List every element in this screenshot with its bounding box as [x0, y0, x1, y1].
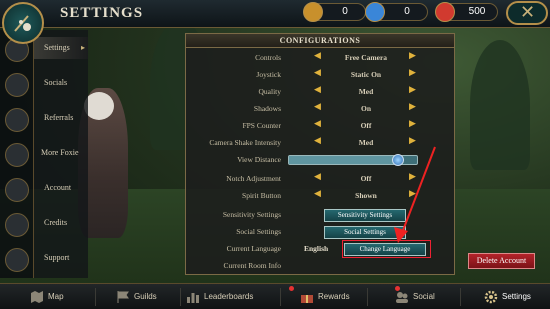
setting-row-shadows: Shadows ◀ On ▶ — [253, 102, 416, 113]
paw-leaf-icon — [14, 15, 31, 32]
arrow-left-icon[interactable]: ◀ — [314, 136, 321, 146]
nav-map[interactable]: Map — [30, 284, 90, 309]
leaderboard-icon — [187, 293, 199, 303]
close-button[interactable]: ✕ — [506, 1, 548, 25]
guild-flag-icon — [117, 291, 129, 303]
arrow-right-icon[interactable]: ▶ — [409, 119, 416, 129]
referrals-menu-icon[interactable] — [5, 108, 29, 132]
nav-rewards[interactable]: Rewards — [300, 284, 360, 309]
chevron-right-icon: ▸ — [80, 43, 85, 52]
logo-button[interactable] — [2, 2, 44, 44]
menu-item-more-foxie[interactable]: More Foxie — [34, 142, 88, 164]
arrow-left-icon[interactable]: ◀ — [314, 172, 321, 182]
nav-divider — [95, 288, 96, 306]
menu-icon-column — [0, 30, 34, 278]
menu-item-referrals[interactable]: Referrals — [34, 107, 88, 129]
nav-settings[interactable]: Settings — [484, 284, 544, 309]
resource-counter: 500 — [435, 2, 498, 22]
fox-character-head — [84, 92, 114, 120]
page-title: SETTINGS — [60, 5, 144, 21]
menu-item-credits[interactable]: Credits — [34, 212, 88, 234]
menu-item-socials[interactable]: Socials — [34, 72, 88, 94]
arrow-left-icon[interactable]: ◀ — [314, 51, 321, 61]
gear-icon — [484, 290, 498, 304]
delete-account-button[interactable]: Delete Account — [468, 253, 535, 269]
arrow-left-icon[interactable]: ◀ — [314, 68, 321, 78]
menu-item-support[interactable]: Support — [34, 247, 88, 269]
socials-menu-icon[interactable] — [5, 73, 29, 97]
nav-guilds[interactable]: Guilds — [116, 284, 176, 309]
arrow-right-icon[interactable]: ▶ — [409, 68, 416, 78]
gift-icon — [301, 295, 313, 303]
support-menu-icon[interactable] — [5, 248, 29, 272]
arrow-left-icon[interactable]: ◀ — [314, 189, 321, 199]
credits-menu-icon[interactable] — [5, 213, 29, 237]
menu-item-settings[interactable]: Settings ▸ — [34, 37, 88, 59]
setting-row-quality: Quality ◀ Med ▶ — [258, 85, 416, 96]
more-foxie-menu-icon[interactable] — [5, 143, 29, 167]
nav-divider — [180, 288, 181, 306]
red-gem-icon — [435, 2, 455, 22]
arrow-right-icon[interactable]: ▶ — [409, 85, 416, 95]
arrow-right-icon[interactable]: ▶ — [409, 51, 416, 61]
nav-divider — [460, 288, 461, 306]
notification-dot — [289, 286, 294, 291]
compass-coin-icon — [303, 2, 323, 22]
nav-social[interactable]: Social — [395, 284, 455, 309]
map-icon — [31, 291, 43, 303]
panel-title: CONFIGURATIONS — [186, 34, 454, 48]
current-language-value: English — [304, 244, 329, 253]
settings-menu: Settings ▸ Socials Referrals More Foxie A… — [34, 30, 88, 278]
close-icon: ✕ — [520, 2, 536, 23]
resource-counter: 0 — [365, 2, 428, 22]
arrow-left-icon[interactable]: ◀ — [314, 119, 321, 129]
tree-silhouette — [470, 40, 530, 170]
nav-divider — [367, 288, 368, 306]
setting-row-joystick: Joystick ◀ Static On ▶ — [256, 68, 416, 79]
arrow-left-icon[interactable]: ◀ — [314, 102, 321, 112]
menu-item-account[interactable]: Account — [34, 177, 88, 199]
setting-row-fps-counter: FPS Counter ◀ Off ▶ — [242, 119, 416, 130]
blue-orb-icon — [365, 2, 385, 22]
setting-row-room-info: Current Room Info — [223, 261, 282, 270]
setting-row-controls: Controls ◀ Free Camera ▶ — [255, 51, 416, 62]
nav-leaderboards[interactable]: Leaderboards — [186, 284, 266, 309]
social-icon — [396, 292, 408, 303]
nav-divider — [280, 288, 281, 306]
bottom-nav: Map Guilds Leaderboards Rewards Social S… — [0, 283, 550, 309]
resource-counter: 0 — [303, 2, 366, 22]
account-menu-icon[interactable] — [5, 178, 29, 202]
arrow-right-icon[interactable]: ▶ — [409, 102, 416, 112]
red-arrow-annotation — [394, 146, 436, 243]
arrow-left-icon[interactable]: ◀ — [314, 85, 321, 95]
